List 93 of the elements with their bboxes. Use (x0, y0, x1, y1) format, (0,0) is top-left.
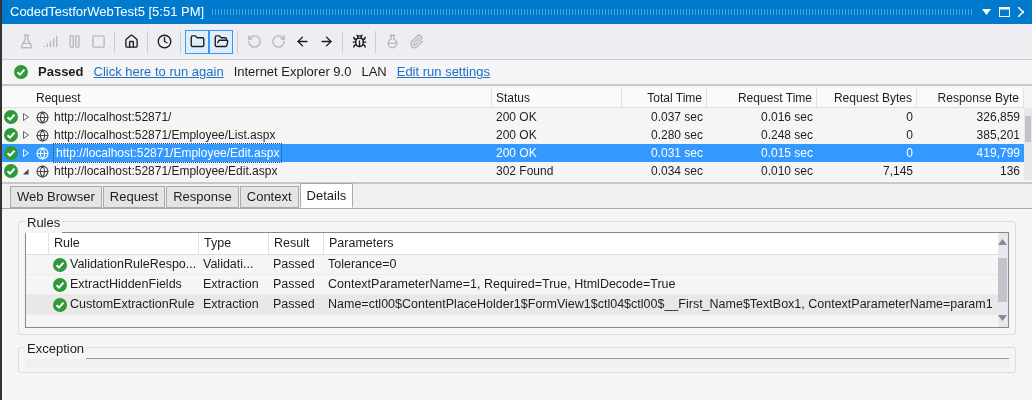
table-cell-text: 0.015 sec (760, 145, 813, 162)
table-cell-text: 0.016 sec (760, 109, 813, 126)
network-label: LAN (361, 63, 387, 82)
request-row[interactable]: http://localhost:52871/Employee/List.aspx 200 OK 0.280 sec 0.248 sec 0 385,201 (2, 126, 1024, 144)
table-cell-text: 0.031 sec (650, 145, 703, 162)
table-cell-text: Passed (273, 276, 315, 294)
column-header[interactable]: Rule (48, 233, 198, 254)
table-cell-text: 7,145 (882, 163, 913, 180)
open-folder-icon (213, 34, 229, 49)
column-header[interactable]: Request Time (707, 88, 817, 107)
table-cell-text: Validati... (203, 256, 254, 274)
table-cell-text: 326,859 (976, 109, 1020, 126)
close-icon[interactable] (1018, 7, 1024, 17)
bug-icon (351, 34, 367, 49)
request-row[interactable]: http://localhost:52871/ 200 OK 0.037 sec 0.016 sec 0 326,859 (2, 108, 1024, 126)
edit-settings-link[interactable]: Edit run settings (396, 62, 490, 82)
table-cell-text: http://localhost:52871/Employee/Edit.aspx (54, 163, 278, 180)
tab[interactable]: Request (102, 186, 166, 208)
tab[interactable]: Web Browser (10, 186, 102, 208)
clock-icon (156, 34, 172, 49)
result-label: Passed (38, 63, 84, 82)
arrow-right-icon (318, 34, 334, 49)
toolbar-button[interactable] (209, 29, 233, 54)
exception-field[interactable] (25, 358, 1009, 368)
tab[interactable]: Context (239, 186, 299, 208)
table-cell-text: 0.010 sec (760, 163, 813, 180)
table-cell-text: 0.034 sec (650, 163, 703, 180)
table-cell-text: 0 (906, 127, 913, 144)
table-cell-text: 136 (999, 163, 1020, 180)
stop-icon (90, 34, 106, 49)
table-cell: http://localhost:52871/Employee/Edit.aspx (54, 144, 282, 162)
rule-row[interactable]: ValidationRuleRespo... Validati... Passed Tolerance=0 (26, 255, 998, 275)
table-cell-text: 0.037 sec (650, 109, 703, 126)
collapsed-triangle-icon[interactable] (23, 113, 29, 121)
rotate-left-icon (246, 34, 262, 49)
browser-label: Internet Explorer 9.0 (233, 63, 352, 82)
tab[interactable]: Details (299, 183, 354, 208)
web-page-icon (36, 146, 49, 160)
dropdown-icon[interactable] (982, 9, 991, 15)
scroll-up-icon[interactable] (998, 239, 1008, 245)
tab[interactable]: Response (166, 186, 239, 208)
column-header[interactable]: Request (32, 88, 492, 107)
bars-icon (42, 34, 58, 49)
scroll-down-icon[interactable] (998, 315, 1008, 321)
window-title: CodedTestforWebTest5 [5:51 PM] (10, 3, 205, 22)
column-header[interactable]: Status (492, 88, 622, 107)
table-cell-text: Extraction (203, 276, 259, 294)
toolbar-button[interactable] (185, 29, 209, 54)
pause-icon (66, 34, 82, 49)
column-header[interactable]: Total Time (622, 88, 707, 107)
web-page-icon (36, 164, 49, 178)
table-cell-text: 0 (906, 145, 913, 162)
table-cell-text: http://localhost:52871/ (54, 109, 172, 126)
column-header[interactable]: Result (268, 233, 323, 254)
run-again-link[interactable]: Click here to run again (93, 62, 224, 82)
table-cell-text: ContextParameterName=1, Required=True, HtmlDecode=True (328, 276, 676, 294)
paperclip-icon (408, 34, 424, 49)
scrollbar[interactable] (1024, 108, 1032, 180)
expanded-triangle-icon[interactable] (23, 167, 29, 175)
collapsed-triangle-icon[interactable] (23, 131, 29, 139)
folder-icon (189, 34, 205, 49)
table-cell-text: 0.280 sec (650, 127, 703, 144)
rotate-right-icon (270, 34, 286, 49)
rule-row[interactable]: CustomExtractionRule Extraction Passed Name=ctl00$ContentPlaceHolder1$FormView1$ctl04$ctl00$__First_Name$TextBox1, ContextParameterName=param1 (26, 295, 998, 315)
table-cell-text: Extraction (203, 296, 259, 314)
web-page-icon (36, 128, 49, 142)
table-cell-text: 0 (906, 109, 913, 126)
flask-round-icon (384, 34, 400, 49)
table-cell-text: Name=ctl00$ContentPlaceHolder1$FormView1$ctl04$ctl00$__First_Name$TextBox1, ContextParameterName=param1 (328, 296, 993, 314)
table-cell-text: http://localhost:52871/Employee/List.aspx (54, 127, 276, 144)
request-row[interactable]: http://localhost:52871/Employee/Edit.aspx 302 Found 0.034 sec 0.010 sec 7,145 136 (2, 162, 1024, 180)
table-cell-text: Tolerance=0 (328, 256, 397, 274)
flask-icon (18, 34, 34, 49)
table-cell-text: 200 OK (496, 127, 537, 144)
scrollbar[interactable] (997, 233, 1008, 327)
table-cell-text: CustomExtractionRule (70, 296, 195, 314)
table-cell-text: 200 OK (496, 109, 537, 126)
table-cell-text: 0.248 sec (760, 127, 813, 144)
web-page-icon (36, 110, 49, 124)
column-header[interactable]: Type (198, 233, 268, 254)
table-cell-text: Passed (273, 256, 315, 274)
table-cell-text: ExtractHiddenFields (70, 276, 182, 294)
maximize-icon[interactable] (999, 7, 1010, 17)
table-cell-text: 200 OK (496, 145, 537, 162)
column-header[interactable]: Response Byte (917, 88, 1024, 107)
table-cell-text: 302 Found (496, 163, 554, 180)
table-cell-text: 419,799 (976, 145, 1020, 162)
table-cell-text: 385,201 (976, 127, 1020, 144)
column-header[interactable]: Parameters (323, 233, 998, 254)
table-cell-text: ValidationRuleRespo... (70, 256, 197, 274)
house-icon (123, 34, 139, 49)
column-header[interactable]: Request Bytes (817, 88, 917, 107)
table-cell-text: Passed (273, 296, 315, 314)
